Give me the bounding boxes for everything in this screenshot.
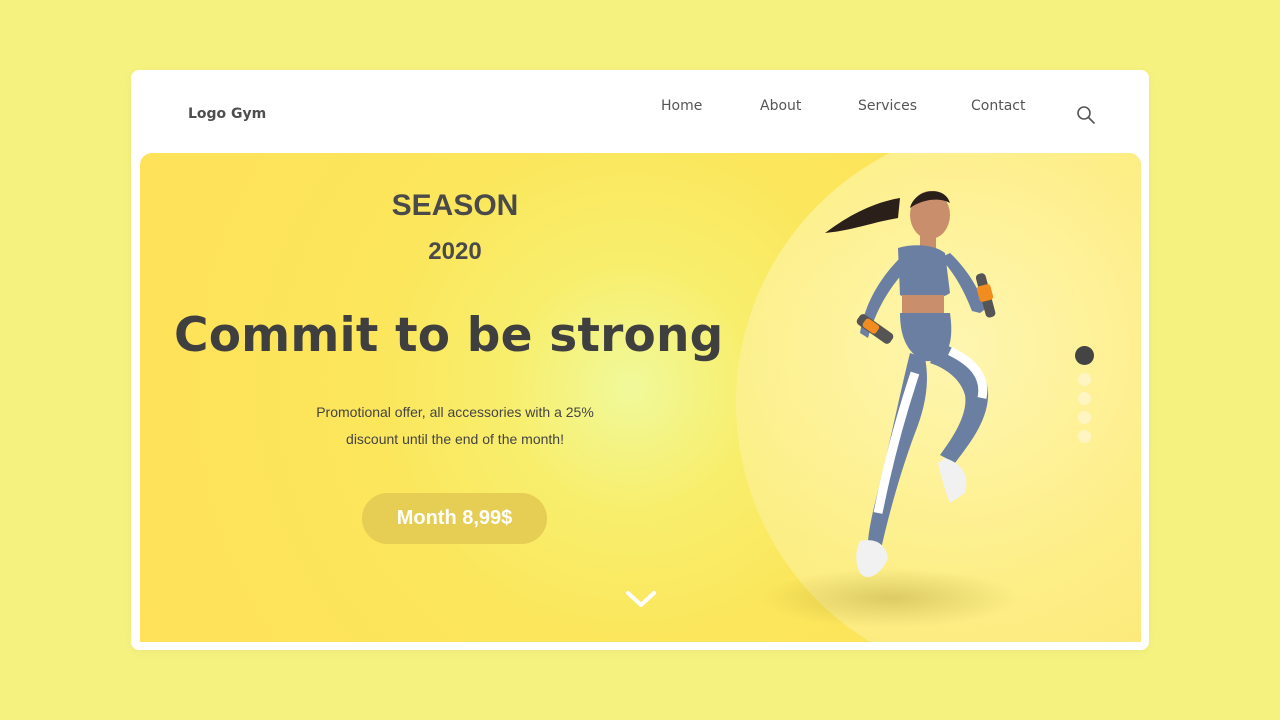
- slider-dot-5[interactable]: [1077, 430, 1091, 443]
- season-year: 2020: [428, 238, 482, 265]
- season-label: SEASON: [391, 189, 519, 222]
- promo-line-1: Promotional offer, all accessories with …: [316, 404, 594, 420]
- slider-dot-4[interactable]: [1077, 411, 1091, 424]
- nav-home[interactable]: Home: [661, 98, 702, 114]
- logo[interactable]: Logo Gym: [188, 106, 266, 122]
- hero-headline: Commit to be strong: [174, 308, 724, 363]
- slider-dot-3[interactable]: [1077, 392, 1091, 405]
- slider-dot-2[interactable]: [1077, 373, 1091, 386]
- promo-text: Promotional offer, all accessories with …: [280, 399, 630, 453]
- landing-window: Logo Gym Home About Services Contact SEA…: [131, 70, 1149, 650]
- slider-dot-1[interactable]: [1074, 346, 1094, 365]
- chevron-down-icon[interactable]: [625, 589, 657, 609]
- nav-about[interactable]: About: [760, 98, 801, 114]
- nav-services[interactable]: Services: [858, 98, 928, 114]
- month-price-button[interactable]: Month 8,99$: [362, 493, 547, 544]
- slider-dots: [1074, 346, 1094, 448]
- nav-contact[interactable]: Contact: [971, 98, 1025, 114]
- search-icon[interactable]: [1076, 105, 1096, 125]
- hero-banner: SEASON 2020 Commit to be strong Promotio…: [140, 153, 1141, 642]
- promo-line-2: discount until the end of the month!: [346, 431, 564, 447]
- athlete-image: [825, 191, 996, 578]
